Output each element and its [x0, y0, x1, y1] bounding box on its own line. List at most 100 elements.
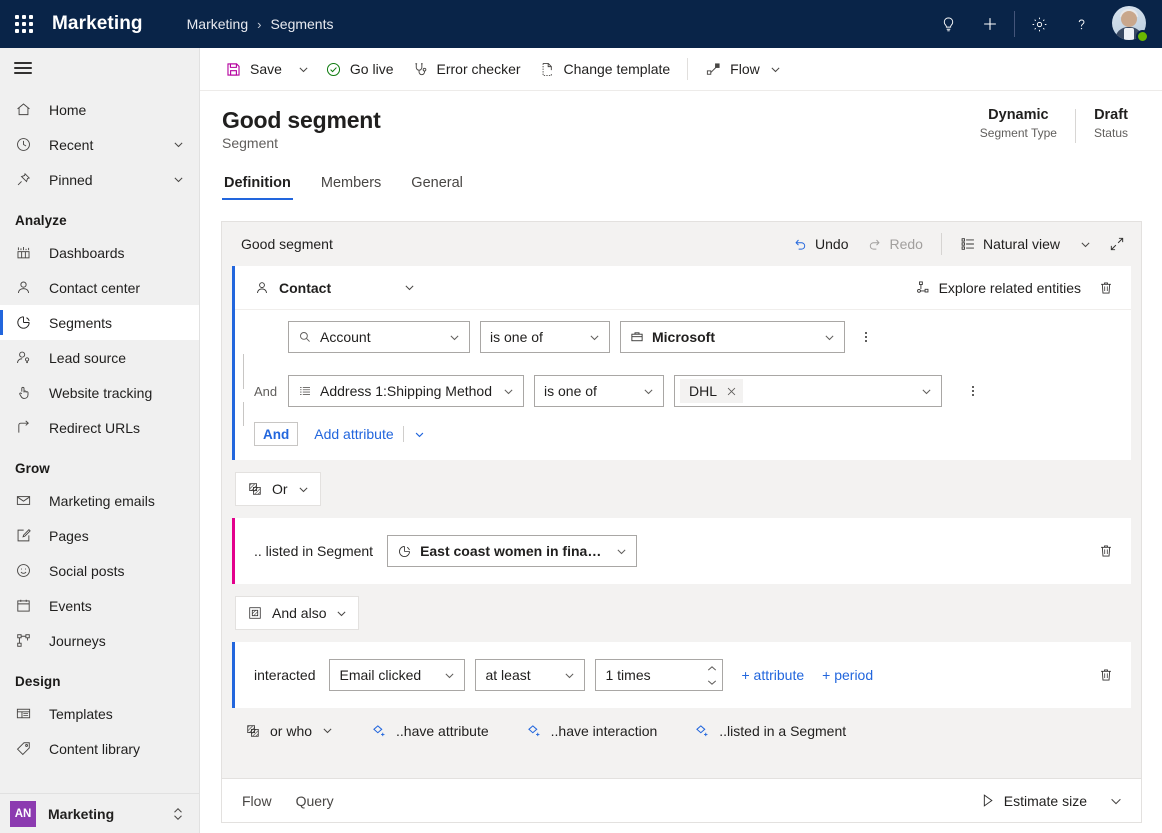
- sidebar-item-label: Redirect URLs: [49, 420, 199, 436]
- or-joiner-button[interactable]: Or: [235, 472, 321, 506]
- gear-icon[interactable]: [1018, 0, 1060, 48]
- sidebar-item-marketing-emails[interactable]: Marketing emails: [0, 483, 199, 518]
- value-multiselect-2[interactable]: DHL: [674, 375, 942, 407]
- sidebar-item-pinned[interactable]: Pinned: [0, 162, 199, 197]
- sidebar-item-templates[interactable]: Templates: [0, 696, 199, 731]
- segment-dropdown[interactable]: East coast women in finance: [387, 535, 637, 567]
- sidebar-item-content-library[interactable]: Content library: [0, 731, 199, 766]
- save-button[interactable]: Save: [216, 53, 291, 85]
- command-bar-divider: [687, 58, 688, 80]
- sidebar-item-events[interactable]: Events: [0, 588, 199, 623]
- sidebar-item-pages[interactable]: Pages: [0, 518, 199, 553]
- attribute-dropdown-2[interactable]: Address 1:Shipping Method: [288, 375, 524, 407]
- close-icon[interactable]: [726, 386, 737, 397]
- smiley-icon: [15, 562, 37, 579]
- spinner-down-button[interactable]: [702, 675, 722, 689]
- sidebar-item-lead-source[interactable]: Lead source: [0, 340, 199, 375]
- attribute-dropdown-1[interactable]: Account: [288, 321, 470, 353]
- add-listed-in-segment-button[interactable]: ..listed in a Segment: [683, 716, 856, 745]
- add-period-link[interactable]: + period: [822, 667, 873, 683]
- chevron-down-icon[interactable]: [172, 138, 185, 151]
- spinner-up-button[interactable]: [702, 661, 722, 675]
- footer-tab-query[interactable]: Query: [296, 793, 334, 809]
- and-operator-button[interactable]: And: [254, 422, 298, 446]
- go-live-button[interactable]: Go live: [316, 53, 403, 85]
- save-options-caret[interactable]: [291, 53, 316, 85]
- explore-related-entities-label: Explore related entities: [939, 280, 1081, 296]
- add-attribute-chevron-down-icon[interactable]: [413, 428, 426, 441]
- sidebar-collapse-button[interactable]: [0, 48, 199, 88]
- help-icon[interactable]: [1060, 0, 1102, 48]
- delete-contact-block-button[interactable]: [1089, 272, 1123, 304]
- change-template-button[interactable]: Change template: [530, 53, 680, 85]
- chevron-down-icon[interactable]: [172, 173, 185, 186]
- journey-flow-icon: [15, 632, 37, 649]
- app-title: Marketing: [52, 13, 143, 35]
- sidebar-item-website-tracking[interactable]: Website tracking: [0, 375, 199, 410]
- footer-tab-flow[interactable]: Flow: [242, 793, 272, 809]
- tab-definition[interactable]: Definition: [222, 169, 293, 200]
- designer-segment-name: Good segment: [241, 236, 333, 252]
- sidebar-item-home[interactable]: Home: [0, 92, 199, 127]
- app-switcher-label: Marketing: [48, 806, 171, 822]
- sidebar-group-title-analyze: Analyze: [0, 197, 199, 235]
- sidebar-item-redirect-urls[interactable]: Redirect URLs: [0, 410, 199, 445]
- lightbulb-icon[interactable]: [927, 0, 969, 48]
- presence-available-icon: [1136, 30, 1149, 43]
- estimate-size-chevron-down-icon[interactable]: [1101, 786, 1131, 816]
- or-who-joiner-button[interactable]: or who: [235, 717, 344, 745]
- and-also-joiner-label: And also: [272, 605, 326, 621]
- redo-button[interactable]: Redo: [858, 229, 932, 259]
- updown-chevron-icon[interactable]: [171, 806, 185, 822]
- add-attribute-link[interactable]: + attribute: [741, 667, 804, 683]
- explore-related-entities-button[interactable]: Explore related entities: [907, 273, 1089, 303]
- more-options-icon-2[interactable]: [960, 375, 986, 407]
- value-dropdown-1[interactable]: Microsoft: [620, 321, 845, 353]
- more-options-icon-1[interactable]: [853, 321, 879, 353]
- app-switcher-button[interactable]: AN Marketing: [0, 793, 199, 833]
- undo-button[interactable]: Undo: [783, 229, 857, 259]
- app-launcher-button[interactable]: [0, 0, 48, 48]
- sidebar-item-segments[interactable]: Segments: [0, 305, 199, 340]
- entity-chevron-down-icon[interactable]: [403, 281, 416, 294]
- chevron-down-icon[interactable]: [769, 63, 782, 76]
- redirect-arrow-icon: [15, 419, 37, 436]
- breadcrumb-item-marketing[interactable]: Marketing: [187, 16, 248, 32]
- undo-label: Undo: [815, 236, 848, 252]
- expand-diagonal-icon[interactable]: [1101, 229, 1133, 259]
- sidebar-item-journeys[interactable]: Journeys: [0, 623, 199, 658]
- add-attribute-button[interactable]: Add attribute: [314, 426, 393, 442]
- delete-segment-block-button[interactable]: [1089, 535, 1123, 567]
- error-checker-button[interactable]: Error checker: [403, 53, 530, 85]
- add-have-attribute-button[interactable]: ..have attribute: [360, 716, 499, 745]
- sidebar-item-dashboards[interactable]: Dashboards: [0, 235, 199, 270]
- delete-interaction-block-button[interactable]: [1089, 659, 1123, 691]
- top-bar-actions: [927, 0, 1162, 48]
- add-have-interaction-button[interactable]: ..have interaction: [515, 716, 668, 745]
- flow-button[interactable]: Flow: [696, 53, 791, 85]
- view-mode-caret[interactable]: [1069, 229, 1101, 259]
- plus-icon[interactable]: [969, 0, 1011, 48]
- operator-dropdown-1[interactable]: is one of: [480, 321, 610, 353]
- tab-general[interactable]: General: [409, 169, 465, 200]
- sidebar-item-recent[interactable]: Recent: [0, 127, 199, 162]
- comparator-dropdown[interactable]: at least: [475, 659, 585, 691]
- tab-members[interactable]: Members: [319, 169, 383, 200]
- count-stepper[interactable]: [595, 659, 723, 691]
- operator-dropdown-2[interactable]: is one of: [534, 375, 664, 407]
- view-mode-button[interactable]: Natural view: [951, 229, 1069, 259]
- toolbar-divider: [941, 233, 942, 255]
- pin-icon: [15, 171, 37, 188]
- and-also-joiner-button[interactable]: And also: [235, 596, 359, 630]
- interaction-condition-block: interacted Email clicked at least: [232, 642, 1131, 708]
- breadcrumb-item-segments[interactable]: Segments: [270, 16, 333, 32]
- estimate-size-button[interactable]: Estimate size: [972, 786, 1095, 816]
- spinner-icon[interactable]: [702, 660, 722, 690]
- page-subtitle: Segment: [222, 135, 278, 151]
- sidebar-item-social-posts[interactable]: Social posts: [0, 553, 199, 588]
- sidebar-item-contact-center[interactable]: Contact center: [0, 270, 199, 305]
- user-avatar-button[interactable]: [1112, 6, 1148, 42]
- template-icon: [15, 705, 37, 722]
- page-header: Good segment Segment Dynamic Segment Typ…: [200, 91, 1162, 211]
- interaction-type-dropdown[interactable]: Email clicked: [329, 659, 465, 691]
